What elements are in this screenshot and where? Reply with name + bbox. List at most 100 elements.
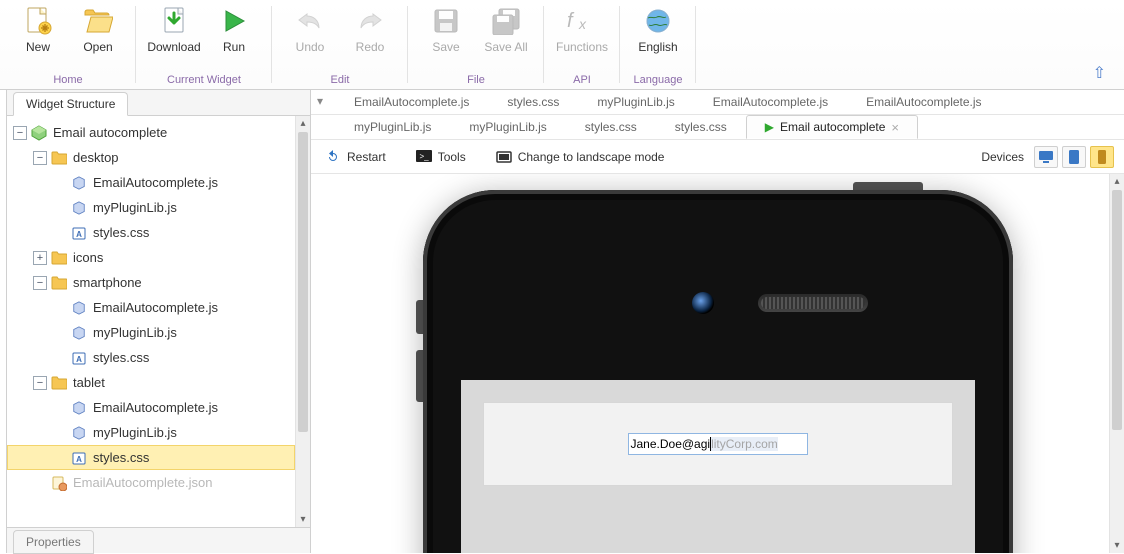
- folder-icon: [51, 275, 67, 291]
- ribbon-button-label: Open: [83, 40, 112, 54]
- redo-button: Redo: [342, 2, 398, 66]
- scroll-down-icon[interactable]: ▾: [296, 512, 310, 527]
- ribbon-collapse-icon[interactable]: ⇧: [1093, 63, 1106, 83]
- save-button: Save: [418, 2, 474, 66]
- run-button[interactable]: Run: [206, 2, 262, 66]
- landscape-button[interactable]: Change to landscape mode: [492, 146, 669, 168]
- tree-item-label: myPluginLib.js: [93, 200, 177, 215]
- ribbon-group-label: Language: [634, 74, 683, 89]
- preview-area: Jane.Doe@agilityCorp.com ▴ ▾: [311, 174, 1124, 553]
- scroll-up-icon[interactable]: ▴: [296, 116, 310, 131]
- device-phone-button[interactable]: [1090, 146, 1114, 168]
- scroll-up-icon[interactable]: ▴: [1110, 174, 1124, 189]
- js-icon: [71, 400, 87, 416]
- tree-row[interactable]: −Email autocomplete: [7, 120, 295, 145]
- new-button[interactable]: New: [10, 2, 66, 66]
- file-tabs-row-2: myPluginLib.jsmyPluginLib.jsstyles.cssst…: [311, 115, 1124, 140]
- save-all-icon: [491, 6, 521, 36]
- left-panel-tabs: Widget Structure: [7, 90, 310, 116]
- file-tab[interactable]: myPluginLib.js: [450, 115, 565, 139]
- collapse-icon[interactable]: −: [33, 276, 47, 290]
- tree-row[interactable]: − smartphone: [7, 270, 295, 295]
- landscape-label: Change to landscape mode: [518, 150, 665, 164]
- tab-properties[interactable]: Properties: [13, 530, 94, 554]
- file-tab[interactable]: myPluginLib.js: [578, 90, 693, 114]
- tree-row[interactable]: Astyles.css: [7, 345, 295, 370]
- tree-row[interactable]: myPluginLib.js: [7, 195, 295, 220]
- phone-volume-button: [416, 350, 423, 402]
- folder-icon: [51, 250, 67, 266]
- ribbon-group-label: Edit: [331, 74, 350, 89]
- tree-item-label: EmailAutocomplete.js: [93, 400, 218, 415]
- tools-label: Tools: [438, 150, 466, 164]
- file-tab[interactable]: ▶Email autocomplete×: [746, 115, 918, 139]
- tree-item-label: EmailAutocomplete.js: [93, 300, 218, 315]
- device-desktop-button[interactable]: [1034, 146, 1058, 168]
- tree-row[interactable]: Astyles.css: [7, 445, 295, 470]
- tree-row[interactable]: EmailAutocomplete.js: [7, 395, 295, 420]
- tree-item-label: icons: [73, 250, 103, 265]
- save-icon: [431, 6, 461, 36]
- tree-row[interactable]: EmailAutocomplete.json: [7, 470, 295, 495]
- open-button[interactable]: Open: [70, 2, 126, 66]
- tree-row[interactable]: EmailAutocomplete.js: [7, 295, 295, 320]
- tree-row[interactable]: EmailAutocomplete.js: [7, 170, 295, 195]
- restart-label: Restart: [347, 150, 386, 164]
- expand-icon[interactable]: +: [33, 251, 47, 265]
- tabs-menu-icon[interactable]: ▾: [317, 94, 323, 108]
- file-tab[interactable]: styles.css: [488, 90, 578, 114]
- file-tab[interactable]: styles.css: [656, 115, 746, 139]
- tree-scrollbar[interactable]: ▴ ▾: [295, 116, 310, 527]
- file-tab[interactable]: EmailAutocomplete.js: [847, 90, 1000, 114]
- tab-widget-structure[interactable]: Widget Structure: [13, 92, 128, 116]
- file-tab-label: EmailAutocomplete.js: [354, 95, 469, 109]
- undo-button: Undo: [282, 2, 338, 66]
- ribbon-group: DownloadRunCurrent Widget: [136, 0, 272, 89]
- restart-button[interactable]: Restart: [321, 146, 390, 168]
- file-tab[interactable]: styles.css: [566, 115, 656, 139]
- tree-row[interactable]: Astyles.css: [7, 220, 295, 245]
- collapse-icon[interactable]: −: [33, 151, 47, 165]
- play-icon: [219, 6, 249, 36]
- ribbon-group: UndoRedo Edit: [272, 0, 408, 89]
- scroll-down-icon[interactable]: ▾: [1110, 538, 1124, 553]
- file-tab-label: myPluginLib.js: [597, 95, 674, 109]
- email-input[interactable]: Jane.Doe@agilityCorp.com: [628, 433, 808, 455]
- svg-text:A: A: [76, 455, 82, 464]
- scroll-thumb[interactable]: [298, 132, 308, 432]
- phone-body: Jane.Doe@agilityCorp.com: [423, 190, 1013, 553]
- close-icon[interactable]: ×: [891, 120, 899, 135]
- tree-item-label: smartphone: [73, 275, 142, 290]
- tree-row[interactable]: myPluginLib.js: [7, 420, 295, 445]
- ribbon-group: SaveSave AllFile: [408, 0, 544, 89]
- ribbon-button-label: Save All: [484, 40, 527, 54]
- email-typed-text: Jane.Doe@agi: [631, 437, 711, 451]
- device-buttons: [1034, 146, 1114, 168]
- js-icon: [71, 425, 87, 441]
- tree-row[interactable]: myPluginLib.js: [7, 320, 295, 345]
- ribbon-button-label: Run: [223, 40, 245, 54]
- svg-text:>_: >_: [419, 152, 429, 161]
- widget-preview: Jane.Doe@agilityCorp.com: [483, 402, 953, 486]
- collapse-icon[interactable]: −: [33, 376, 47, 390]
- file-tab[interactable]: EmailAutocomplete.js: [335, 90, 488, 114]
- tree-row[interactable]: −desktop: [7, 145, 295, 170]
- phone-camera: [692, 292, 714, 314]
- tools-button[interactable]: >_ Tools: [412, 146, 470, 168]
- tree-item-label: styles.css: [93, 350, 149, 365]
- english-button[interactable]: English: [630, 2, 686, 66]
- scroll-thumb[interactable]: [1112, 190, 1122, 430]
- css-icon: A: [71, 225, 87, 241]
- device-tablet-button[interactable]: [1062, 146, 1086, 168]
- collapse-icon[interactable]: −: [13, 126, 27, 140]
- editor-area: ▾ EmailAutocomplete.jsstyles.cssmyPlugin…: [311, 90, 1124, 553]
- tree-row[interactable]: −tablet: [7, 370, 295, 395]
- preview-scrollbar[interactable]: ▴ ▾: [1109, 174, 1124, 553]
- doc-new-icon: [23, 6, 53, 36]
- file-tab[interactable]: myPluginLib.js: [335, 115, 450, 139]
- file-tab[interactable]: EmailAutocomplete.js: [694, 90, 847, 114]
- download-button[interactable]: Download: [146, 2, 202, 66]
- download-icon: [159, 6, 189, 36]
- tree-row[interactable]: + icons: [7, 245, 295, 270]
- tree-item-label: myPluginLib.js: [93, 425, 177, 440]
